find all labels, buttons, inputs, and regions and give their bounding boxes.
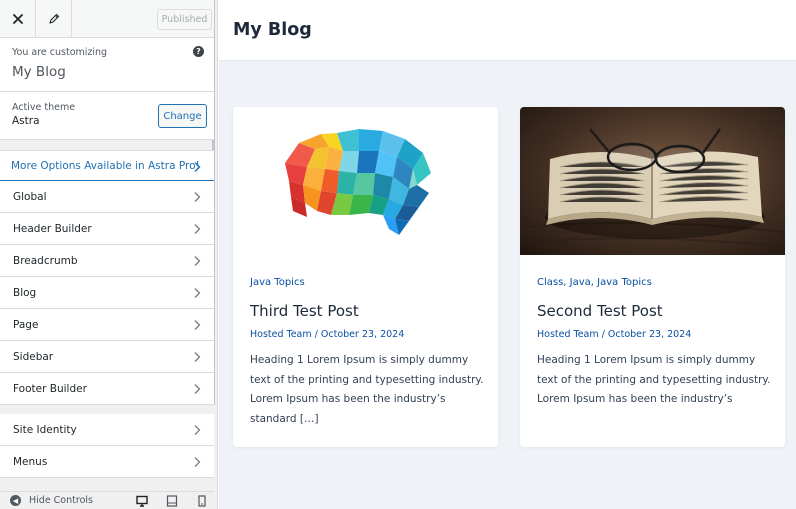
menu-item-menus[interactable]: Menus <box>0 446 214 478</box>
menu-group-primary: Global Header Builder Breadcrumb Blog Pa… <box>0 181 214 405</box>
post-title[interactable]: Third Test Post <box>250 302 359 320</box>
menu-item-sidebar[interactable]: Sidebar <box>0 341 214 373</box>
book-glasses-image[interactable] <box>520 107 785 255</box>
chevron-right-icon <box>194 384 201 394</box>
post-meta: Hosted Team / October 23, 2024 <box>250 329 404 340</box>
chevron-right-icon <box>194 224 201 234</box>
chevron-right-icon <box>194 320 201 330</box>
customizer-footer: ◀ Hide Controls <box>0 491 214 509</box>
mobile-preview-icon[interactable] <box>196 495 208 507</box>
post-categories[interactable]: Java Topics <box>250 277 305 288</box>
site-header: My Blog <box>219 0 796 61</box>
hide-controls-button[interactable]: ◀ Hide Controls <box>10 495 93 506</box>
menu-item-footer-builder[interactable]: Footer Builder <box>0 373 214 405</box>
post-meta: Hosted Team / October 23, 2024 <box>537 329 691 340</box>
site-title[interactable]: My Blog <box>233 20 312 40</box>
chevron-right-icon <box>194 425 201 435</box>
menu-item-label: Global <box>13 191 47 203</box>
menu-item-label: Page <box>13 319 39 331</box>
hide-controls-label: Hide Controls <box>29 495 93 506</box>
active-theme-label: Active theme <box>12 102 76 113</box>
menu-item-label: Blog <box>13 287 37 299</box>
chevron-right-icon <box>194 192 201 202</box>
menu-item-label: Footer Builder <box>13 383 87 395</box>
post-excerpt: Heading 1 Lorem Ipsum is simply dummy te… <box>250 354 484 425</box>
post-excerpt: Heading 1 Lorem Ipsum is simply dummy te… <box>537 354 771 405</box>
menu-item-header-builder[interactable]: Header Builder <box>0 213 214 245</box>
customizer-topbar: Published <box>0 0 214 38</box>
menu-item-label: Menus <box>13 456 48 468</box>
astra-pro-promo[interactable]: More Options Available in Astra Pro! <box>0 150 214 181</box>
collapse-arrow-icon: ◀ <box>10 495 21 506</box>
promo-label: More Options Available in Astra Pro! <box>11 160 200 172</box>
close-button[interactable] <box>0 0 36 38</box>
post-date[interactable]: October 23, 2024 <box>608 329 691 340</box>
menu-item-label: Breadcrumb <box>13 255 78 267</box>
active-theme-name: Astra <box>12 115 40 127</box>
post-author[interactable]: Hosted Team <box>250 329 312 340</box>
desktop-preview-icon[interactable] <box>136 495 148 507</box>
chevron-right-icon <box>194 288 201 298</box>
menu-item-label: Sidebar <box>13 351 54 363</box>
customizing-info: You are customizing My Blog ? <box>0 38 214 92</box>
customizer-window: Published You are customizing My Blog ? … <box>0 0 796 509</box>
menu-item-page[interactable]: Page <box>0 309 214 341</box>
post-categories[interactable]: Class, Java, Java Topics <box>537 277 652 288</box>
pencil-icon <box>48 13 59 24</box>
chevron-right-icon <box>194 352 201 362</box>
edit-button[interactable] <box>36 0 72 38</box>
menu-item-label: Site Identity <box>13 424 77 436</box>
post-date[interactable]: October 23, 2024 <box>321 329 404 340</box>
site-preview: My Blog Java Topics Third Test Post Host… <box>219 0 796 509</box>
chevron-right-icon <box>194 256 201 266</box>
tablet-preview-icon[interactable] <box>166 495 178 507</box>
post-card: Class, Java, Java Topics Second Test Pos… <box>520 107 785 447</box>
close-icon <box>12 14 23 24</box>
chevron-right-icon <box>194 457 201 467</box>
customizing-site-name: My Blog <box>12 64 66 80</box>
menu-item-label: Header Builder <box>13 223 92 235</box>
menu-item-breadcrumb[interactable]: Breadcrumb <box>0 245 214 277</box>
chevron-right-icon <box>194 162 201 172</box>
post-card: Java Topics Third Test Post Hosted Team … <box>233 107 498 447</box>
menu-group-secondary: Site Identity Menus <box>0 414 214 478</box>
menu-item-blog[interactable]: Blog <box>0 277 214 309</box>
menu-item-global[interactable]: Global <box>0 181 214 213</box>
customizer-sidebar: Published You are customizing My Blog ? … <box>0 0 218 509</box>
active-theme-section: Active theme Astra Change <box>0 92 214 140</box>
post-title[interactable]: Second Test Post <box>537 302 663 320</box>
change-theme-button[interactable]: Change <box>158 104 207 128</box>
brain-image[interactable] <box>233 107 498 255</box>
help-icon[interactable]: ? <box>193 46 204 57</box>
menu-item-site-identity[interactable]: Site Identity <box>0 414 214 446</box>
post-author[interactable]: Hosted Team <box>537 329 599 340</box>
customizing-label: You are customizing <box>12 47 108 58</box>
published-button[interactable]: Published <box>157 9 212 30</box>
